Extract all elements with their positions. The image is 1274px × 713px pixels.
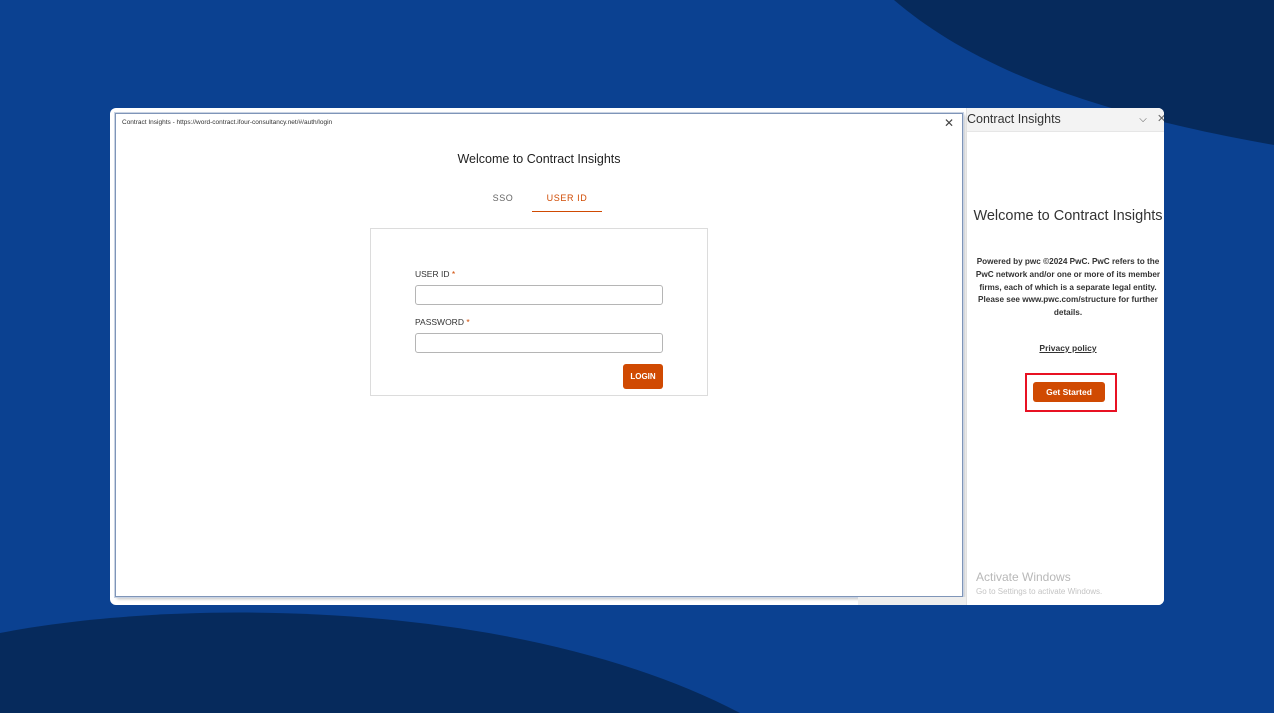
dialog-title: Contract Insights - https://word-contrac… xyxy=(122,119,333,126)
login-dialog: Contract Insights - https://word-contrac… xyxy=(115,113,963,597)
dialog-titlebar: Contract Insights - https://word-contrac… xyxy=(116,114,962,134)
close-icon[interactable]: ✕ xyxy=(1157,112,1164,126)
task-pane: Contract Insights ⌵ ✕ Welcome to Contrac… xyxy=(966,108,1164,605)
required-mark: * xyxy=(466,317,470,327)
tab-sso[interactable]: SSO xyxy=(478,190,528,212)
get-started-button[interactable]: Get Started xyxy=(1033,382,1105,402)
password-label-text: PASSWORD xyxy=(415,317,464,327)
password-input[interactable] xyxy=(415,333,663,353)
powered-by-text: Powered by pwc ©2024 PwC. PwC refers to … xyxy=(975,257,1161,318)
user-id-label: USER ID * xyxy=(415,269,455,279)
privacy-policy-link[interactable]: Privacy policy xyxy=(967,343,1164,353)
required-mark: * xyxy=(451,269,456,279)
activate-windows-subtitle: Go to Settings to activate Windows. xyxy=(976,587,1103,596)
page-title: Welcome to Contract Insights xyxy=(457,152,621,166)
login-button[interactable]: LOGIN xyxy=(623,364,663,389)
tab-user-id[interactable]: USER ID xyxy=(532,190,602,212)
password-label: PASSWORD * xyxy=(415,317,470,327)
task-pane-header: Contract Insights ⌵ ✕ xyxy=(967,108,1164,132)
window-strip xyxy=(858,597,966,605)
user-id-label-text: USER ID xyxy=(415,269,450,279)
activate-windows-title: Activate Windows xyxy=(976,570,1071,584)
task-pane-welcome: Welcome to Contract Insights xyxy=(973,208,1163,224)
user-id-input[interactable] xyxy=(415,285,663,305)
login-card: USER ID * PASSWORD * LOGIN xyxy=(370,228,708,396)
chevron-down-icon[interactable]: ⌵ xyxy=(1137,114,1149,126)
background-wave-bottom xyxy=(0,612,740,713)
login-tabs: SSO USER ID xyxy=(478,190,618,214)
close-icon[interactable]: ✕ xyxy=(942,116,956,130)
task-pane-title: Contract Insights xyxy=(967,112,1061,126)
